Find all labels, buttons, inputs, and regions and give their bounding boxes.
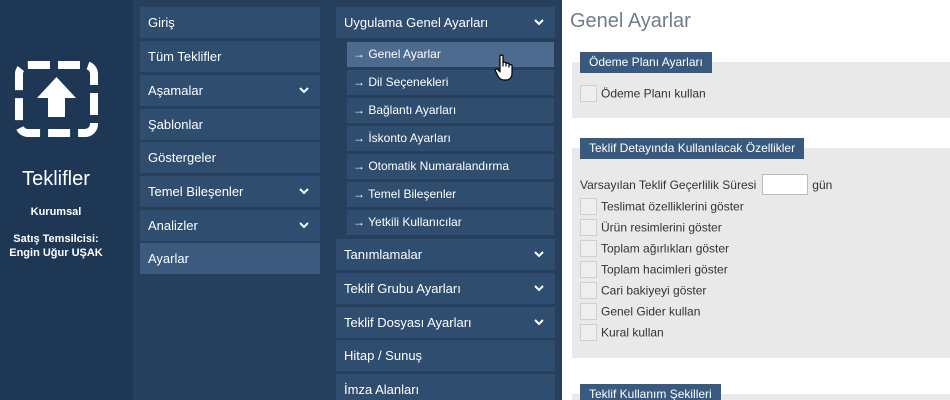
submenu-group-label: Teklif Grubu Ayarları [344,281,461,296]
option-label: Toplam ağırlıkları göster [601,241,730,256]
submenu-item-baglanti-ayarlari[interactable]: → Bağlantı Ayarları [347,98,554,123]
content-area: Genel Ayarlar Ödeme Planı Ayarları Ödeme… [562,0,950,400]
menu-item-analizler[interactable]: Analizler [140,210,320,241]
checkbox[interactable] [580,303,597,321]
brand-column: Teklifler Kurumsal Satış Temsilcisi: Eng… [0,0,133,400]
option-kural[interactable]: Kural kullan [580,323,664,342]
menu-item-label: Aşamalar [148,83,203,98]
option-label: Teslimat özelliklerini göster [601,199,744,214]
validity-label: Varsayılan Teklif Geçerlilik Süresi [580,177,757,192]
app-title: Teklifler [22,168,90,190]
option-urun-resimleri[interactable]: Ürün resimlerini göster [580,218,722,237]
submenu-group-label: Teklif Dosyası Ayarları [344,315,472,330]
submenu-item-genel-ayarlar[interactable]: → Genel Ayarlar [347,42,554,67]
checkbox[interactable] [580,85,597,103]
submenu-item-dil-secenekleri[interactable]: → Dil Seçenekleri [347,70,554,95]
option-cari-bakiye[interactable]: Cari bakiyeyi göster [580,281,706,300]
option-label: Genel Gider kullan [601,304,701,319]
menu-item-label: Şablonlar [148,117,203,132]
sales-rep-label: Satış Temsilcisi: [13,233,99,245]
option-toplam-hacimler[interactable]: Toplam hacimleri göster [580,260,728,279]
menu-item-label: Analizler [148,218,198,233]
option-label: Ürün resimlerini göster [601,220,722,235]
checkbox[interactable] [580,240,597,258]
checkbox[interactable] [580,324,597,342]
menu-item-label: Giriş [148,15,175,30]
option-label: Ödeme Planı kullan [601,86,706,101]
sales-rep-name: Engin Uğur UŞAK [9,247,103,259]
teklif-kullanim-panel: Teklif Kullanım Şekilleri [572,384,950,400]
account-type: Kurumsal [30,206,82,218]
option-toplam-agirliklar[interactable]: Toplam ağırlıkları göster [580,239,729,258]
checkbox[interactable] [580,219,597,237]
checkbox[interactable] [580,198,597,216]
option-label: Kural kullan [601,325,664,340]
submenu-group-imza-alanlari[interactable]: İmza Alanları [336,374,555,400]
option-odeme-plani-kullan[interactable]: Ödeme Planı kullan [580,84,706,103]
submenu-group-teklif-grubu-ayarlari[interactable]: Teklif Grubu Ayarları [336,273,555,304]
odeme-plani-panel: Ödeme Planı Ayarları Ödeme Planı kullan [572,52,950,118]
panel-title: Teklif Detayında Kullanılacak Özellikler [580,138,805,159]
page-title: Genel Ayarlar [570,10,691,32]
hand-pointer-cursor-icon [494,54,513,81]
main-menu: Giriş Tüm Teklifler Aşamalar Şablonlar G… [133,0,328,400]
menu-item-ayarlar[interactable]: Ayarlar [140,243,320,274]
checkbox[interactable] [580,282,597,300]
submenu-group-tanimlamalar[interactable]: Tanımlamalar [336,239,555,270]
option-label: Cari bakiyeyi göster [601,283,707,298]
upload-frame-icon [15,61,98,137]
menu-item-tum-teklifler[interactable]: Tüm Teklifler [140,41,320,72]
validity-days-input[interactable] [762,174,809,196]
submenu-item-otomatik-numaralandirma[interactable]: → Otomatik Numaralandırma [347,154,554,179]
submenu-group-label: İmza Alanları [344,382,420,397]
menu-item-temel-bilesenler[interactable]: Temel Bileşenler [140,176,320,207]
settings-submenu: Uygulama Genel Ayarları → Genel Ayarlar … [328,0,562,400]
submenu-item-temel-bilesenler[interactable]: → Temel Bileşenler [347,182,554,207]
menu-item-label: Göstergeler [148,150,216,165]
validity-unit: gün [812,177,833,192]
submenu-item-yetkili-kullanicilar[interactable]: → Yetkili Kullanıcılar [347,210,554,235]
submenu-group-label: Uygulama Genel Ayarları [344,15,489,30]
submenu-group-label: Hitap / Sunuş [344,348,423,363]
submenu-group-label: Tanımlamalar [344,247,423,262]
menu-item-label: Ayarlar [148,251,189,266]
submenu-group-uygulama-genel-ayarlari[interactable]: Uygulama Genel Ayarları [336,7,555,38]
option-genel-gider[interactable]: Genel Gider kullan [580,302,700,321]
validity-row: Varsayılan Teklif Geçerlilik Süresi gün [580,172,832,196]
checkbox[interactable] [580,261,597,279]
menu-item-asamalar[interactable]: Aşamalar [140,75,320,106]
menu-item-gostergeler[interactable]: Göstergeler [140,142,320,173]
option-teslimat-ozellikleri[interactable]: Teslimat özelliklerini göster [580,197,744,216]
menu-item-label: Temel Bileşenler [148,184,244,199]
option-label: Toplam hacimleri göster [601,262,728,277]
submenu-group-teklif-dosyasi-ayarlari[interactable]: Teklif Dosyası Ayarları [336,307,555,338]
menu-item-label: Tüm Teklifler [148,49,222,64]
teklif-detayi-panel: Teklif Detayında Kullanılacak Özellikler… [572,138,950,358]
submenu-item-iskonto-ayarlari[interactable]: → İskonto Ayarları [347,126,554,151]
menu-item-sablonlar[interactable]: Şablonlar [140,109,320,140]
submenu-group-hitap-sunus[interactable]: Hitap / Sunuş [336,340,555,371]
panel-title: Ödeme Planı Ayarları [580,52,712,73]
panel-title: Teklif Kullanım Şekilleri [580,384,721,400]
menu-item-giris[interactable]: Giriş [140,7,320,38]
sales-rep: Satış Temsilcisi: Engin Uğur UŞAK [0,232,112,260]
